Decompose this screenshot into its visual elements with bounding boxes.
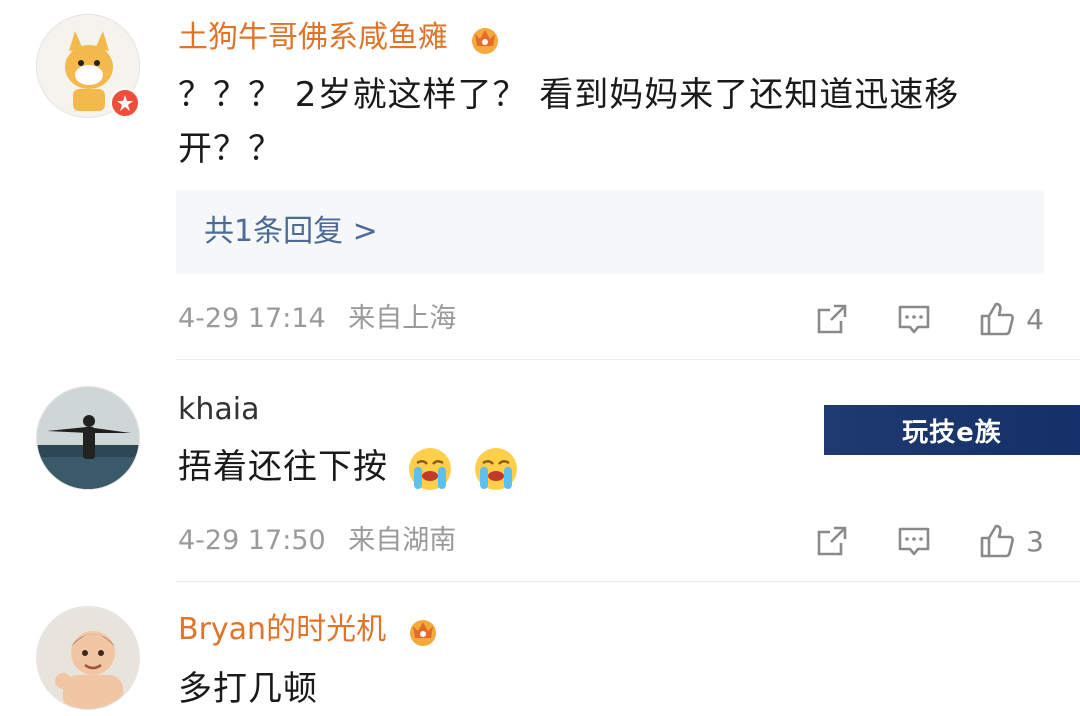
- comment-text-content: 捂着还往下按: [178, 447, 388, 487]
- action-bar: 4: [768, 297, 1044, 341]
- crying-emoji-icon: [408, 447, 451, 490]
- like-icon: [980, 524, 1015, 558]
- share-button[interactable]: [814, 523, 850, 559]
- comment-item: Bryan的时光机 多打几顿: [0, 582, 1080, 710]
- comment-button[interactable]: [896, 301, 932, 337]
- like-button[interactable]: 3: [978, 522, 1044, 560]
- comment-text: ？？？ 2岁就这样了？ 看到妈妈来了还知道迅速移开？？: [178, 75, 960, 169]
- avatar[interactable]: [36, 386, 140, 490]
- username[interactable]: Bryan的时光机: [178, 610, 440, 650]
- child-photo-avatar-icon: [37, 607, 139, 709]
- crown-badge-icon: [471, 27, 498, 54]
- watermark-text: 玩技e族: [902, 417, 1002, 448]
- action-bar: 3: [768, 519, 1044, 563]
- view-replies-link[interactable]: 共1条回复 >: [204, 210, 378, 254]
- comment-item: 土狗牛哥佛系咸鱼瘫 ？？？ 2岁就这样了？ 看到妈妈来了还知道迅速移开？？ 共1…: [0, 0, 1080, 360]
- timestamp: 4-29 17:14: [178, 303, 326, 334]
- like-icon: [980, 302, 1015, 336]
- location: 来自上海: [348, 303, 457, 334]
- username[interactable]: 土狗牛哥佛系咸鱼瘫: [178, 18, 502, 58]
- username-text[interactable]: 土狗牛哥佛系咸鱼瘫: [178, 20, 448, 55]
- username-text[interactable]: Bryan的时光机: [178, 612, 386, 647]
- location: 来自湖南: [348, 525, 457, 556]
- replies-box[interactable]: 共1条回复 >: [176, 190, 1044, 274]
- comment-icon: [898, 527, 930, 556]
- like-button[interactable]: 4: [978, 300, 1044, 338]
- share-icon: [817, 526, 847, 556]
- like-count: 3: [1026, 524, 1044, 558]
- ocean-photo-avatar-icon: [37, 387, 139, 489]
- share-button[interactable]: [814, 301, 850, 337]
- comment-button[interactable]: [896, 523, 932, 559]
- watermark-banner: 玩技e族: [824, 405, 1080, 455]
- crying-emoji-icon: [474, 447, 517, 490]
- verified-badge-icon: [110, 88, 140, 118]
- comment-item: khaia 捂着还往下按 4-29 17:50 来自湖南 3: [0, 360, 1080, 582]
- username[interactable]: khaia: [178, 390, 260, 430]
- comment-meta: 4-29 17:50 来自湖南: [178, 521, 456, 561]
- crown-badge-icon: [409, 619, 436, 646]
- avatar[interactable]: [36, 606, 140, 710]
- share-icon: [817, 304, 847, 334]
- like-count: 4: [1026, 302, 1044, 336]
- comment-meta: 4-29 17:14 来自上海: [178, 299, 456, 339]
- comment-icon: [898, 305, 930, 334]
- timestamp: 4-29 17:50: [178, 525, 326, 556]
